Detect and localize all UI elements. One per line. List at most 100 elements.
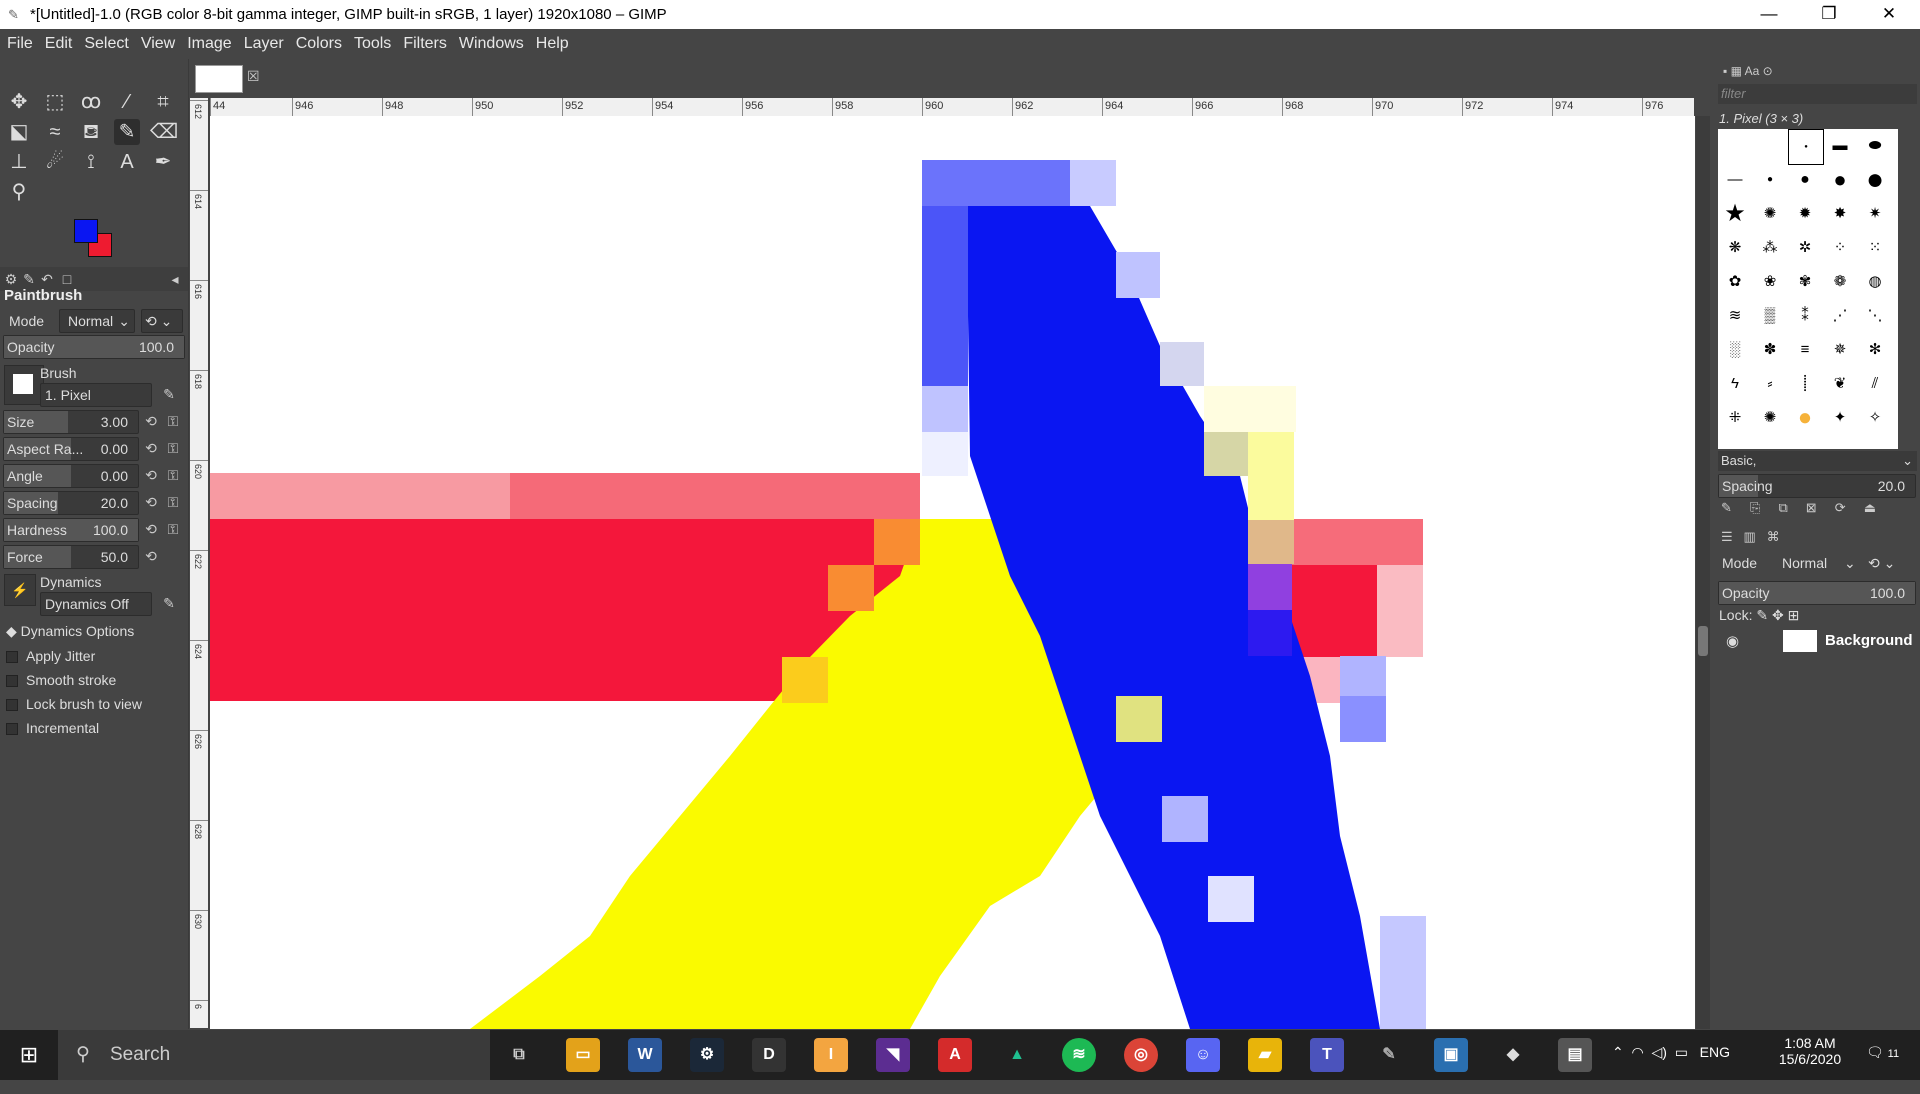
- volume-icon[interactable]: ◁): [1652, 1044, 1667, 1060]
- incremental-checkbox[interactable]: Incremental: [6, 720, 99, 736]
- brushes-tab-icon[interactable]: ▪: [1723, 64, 1727, 78]
- action-center-icon[interactable]: 🗨 11: [1866, 1044, 1899, 1094]
- brush-texture-icon[interactable]: ⋰: [1823, 299, 1857, 333]
- link-icon[interactable]: ⚿: [164, 466, 182, 484]
- dynamics-options-expander[interactable]: ◆ Dynamics Options: [6, 623, 134, 640]
- eraser-tool-icon[interactable]: ⌫: [150, 119, 178, 145]
- brush-texture-icon[interactable]: ≡: [1788, 333, 1822, 367]
- brush-texture-icon[interactable]: ❀: [1753, 265, 1787, 299]
- brush-texture-icon[interactable]: ❦: [1823, 367, 1857, 401]
- brush-preset-select[interactable]: Basic, ⌄: [1718, 451, 1917, 471]
- image-tab-thumbnail[interactable]: [195, 65, 243, 93]
- brush-medium-round-icon[interactable]: ●: [1788, 163, 1822, 197]
- fonts-tab-icon[interactable]: Aa: [1745, 64, 1760, 78]
- reset-icon[interactable]: ⟲: [142, 412, 160, 430]
- layer-opacity-slider[interactable]: Opacity 100.0: [1718, 581, 1916, 605]
- a-app-icon[interactable]: ▲: [1000, 1038, 1034, 1072]
- task-view-icon[interactable]: ⧉: [502, 1038, 536, 1072]
- reset-icon[interactable]: ⟲: [142, 466, 160, 484]
- brush-texture-icon[interactable]: ✲: [1788, 231, 1822, 265]
- apply-jitter-checkbox[interactable]: Apply Jitter: [6, 648, 95, 664]
- duplicate-brush-icon[interactable]: ⧉: [1778, 500, 1787, 515]
- edit-dynamics-icon[interactable]: ✎: [160, 594, 178, 612]
- acrobat-icon[interactable]: A: [938, 1038, 972, 1072]
- brush-name-field[interactable]: 1. Pixel: [40, 383, 152, 407]
- bucket-fill-tool-icon[interactable]: ⛾: [78, 119, 104, 145]
- image-canvas[interactable]: [210, 116, 1695, 1029]
- taskbar-search-box[interactable]: ⚲ Search: [58, 1030, 490, 1080]
- brush-texture-icon[interactable]: ≋: [1718, 299, 1752, 333]
- brush-texture-icon[interactable]: ⸽: [1788, 367, 1822, 401]
- bracket-app-icon[interactable]: ▣: [1434, 1038, 1468, 1072]
- reset-icon[interactable]: ⟲: [142, 547, 160, 565]
- brush-small-round-icon[interactable]: ●: [1753, 163, 1787, 197]
- new-brush-icon[interactable]: ⎘: [1750, 500, 1760, 515]
- brush-grid[interactable]: ● ▬ ⬬ — ● ● ● ● ★ ✺ ✹ ✸ ✷ ❋ ⁂ ✲ ⁘ ⁙ ✿ ❀ …: [1718, 129, 1898, 449]
- zoom-tool-icon[interactable]: ⚲: [6, 179, 32, 205]
- layers-tab-icon[interactable]: ☰: [1721, 529, 1733, 544]
- clone-tool-icon[interactable]: ⊥: [6, 149, 32, 175]
- show-hidden-icons-icon[interactable]: ⌃: [1612, 1044, 1624, 1060]
- fg-bg-colors[interactable]: [72, 219, 122, 269]
- clock[interactable]: 1:08 AM 15/6/2020: [1770, 1030, 1850, 1080]
- chevron-down-icon[interactable]: ⌄: [1844, 551, 1856, 575]
- menu-colors[interactable]: Colors: [290, 29, 348, 59]
- layers-mode-select[interactable]: Normal: [1782, 551, 1827, 575]
- word-icon[interactable]: W: [628, 1038, 662, 1072]
- brush-texture-icon[interactable]: ⁜: [1718, 401, 1752, 435]
- link-icon[interactable]: ⚿: [164, 412, 182, 430]
- lock-pixels-icon[interactable]: ✎: [1756, 607, 1768, 623]
- move-tool-icon[interactable]: ✥: [6, 89, 32, 115]
- brush-splatter-icon[interactable]: ✹: [1788, 197, 1822, 231]
- brush-large-round-icon[interactable]: ●: [1823, 163, 1857, 197]
- text-tool-icon[interactable]: A: [114, 149, 140, 175]
- brush-texture-icon[interactable]: ❋: [1718, 231, 1752, 265]
- reset-icon[interactable]: ⟲: [142, 439, 160, 457]
- spotify-icon[interactable]: ≋: [1062, 1038, 1096, 1072]
- steam-icon[interactable]: ⚙: [690, 1038, 724, 1072]
- refresh-brushes-icon[interactable]: ⟳: [1835, 500, 1846, 515]
- visual-studio-icon[interactable]: ◥: [876, 1038, 910, 1072]
- brush-texture-icon[interactable]: ϟ: [1718, 367, 1752, 401]
- channels-tab-icon[interactable]: ▥: [1744, 529, 1756, 544]
- brush-texture-icon[interactable]: ✿: [1718, 265, 1752, 299]
- vertical-ruler[interactable]: 612 614 616 618 620 622 624 626 628 630 …: [190, 98, 208, 1028]
- minimize-button[interactable]: —: [1746, 0, 1792, 29]
- canvas-vertical-scrollbar[interactable]: [1696, 116, 1710, 1029]
- delete-brush-icon[interactable]: ⊠: [1806, 500, 1817, 515]
- lock-brush-checkbox[interactable]: Lock brush to view: [6, 696, 142, 712]
- brush-splatter-icon[interactable]: ✷: [1858, 197, 1892, 231]
- brush-bar-icon[interactable]: ▬: [1823, 129, 1857, 163]
- mode-reset-button[interactable]: ⟲ ⌄: [141, 309, 183, 333]
- close-button[interactable]: ✕: [1866, 0, 1912, 29]
- battery-icon[interactable]: ▭: [1675, 1044, 1688, 1060]
- paintbrush-tool-icon[interactable]: ✎: [114, 119, 140, 145]
- mode-select[interactable]: Normal ⌄: [59, 309, 135, 333]
- opacity-slider[interactable]: Opacity 100.0: [3, 335, 185, 359]
- teams-icon[interactable]: T: [1310, 1038, 1344, 1072]
- brush-xlarge-round-icon[interactable]: ●: [1858, 163, 1892, 197]
- brush-splatter-icon[interactable]: ✺: [1753, 197, 1787, 231]
- eye-visibility-icon[interactable]: ◉: [1726, 632, 1739, 650]
- menu-file[interactable]: File: [0, 29, 39, 59]
- undo-history-tab-icon[interactable]: ↶: [38, 270, 56, 288]
- brush-texture-icon[interactable]: ⁘: [1823, 231, 1857, 265]
- brush-texture-icon[interactable]: ✺: [1753, 401, 1787, 435]
- dynamics-preview-button[interactable]: ⚡: [4, 574, 36, 606]
- reset-icon[interactable]: ⟲: [142, 520, 160, 538]
- brush-texture-icon[interactable]: ░: [1718, 333, 1752, 367]
- link-icon[interactable]: ⚿: [164, 439, 182, 457]
- dynamics-field[interactable]: Dynamics Off: [40, 592, 152, 616]
- lock-position-icon[interactable]: ✥: [1772, 607, 1784, 623]
- menu-edit[interactable]: Edit: [39, 29, 79, 59]
- crop-tool-icon[interactable]: ⌗: [150, 89, 176, 115]
- menu-filters[interactable]: Filters: [397, 29, 453, 59]
- menu-help[interactable]: Help: [530, 29, 575, 59]
- paths-tool-icon[interactable]: ⟟: [78, 149, 104, 175]
- menu-image[interactable]: Image: [181, 29, 237, 59]
- brush-star-icon[interactable]: ★: [1718, 197, 1752, 231]
- size-slider[interactable]: Size 3.00: [3, 410, 139, 434]
- brush-texture-icon[interactable]: ✽: [1753, 333, 1787, 367]
- aspect-ratio-slider[interactable]: Aspect Ra... 0.00: [3, 437, 139, 461]
- sticky-notes-icon[interactable]: ▰: [1248, 1038, 1282, 1072]
